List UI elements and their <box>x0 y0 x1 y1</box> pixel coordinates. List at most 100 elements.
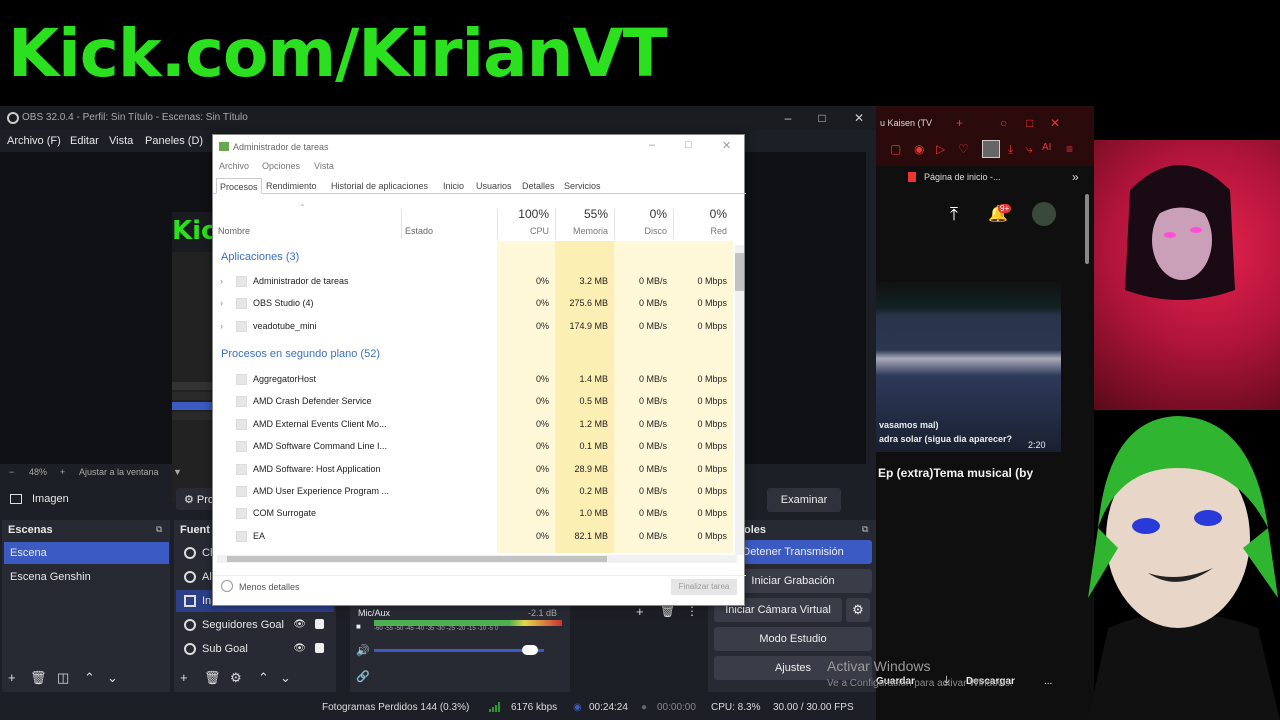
move-up-icon[interactable]: ⌃ <box>84 670 95 686</box>
tab-inicio[interactable]: Inicio <box>443 181 464 191</box>
zoom-out-icon[interactable]: − <box>9 467 14 477</box>
add-icon[interactable]: + <box>180 670 188 685</box>
end-task-button[interactable]: Finalizar tarea <box>671 579 737 595</box>
dock-float-icon[interactable]: ⧉ <box>862 524 868 535</box>
lock-icon[interactable] <box>315 619 324 629</box>
move-down-icon[interactable]: ⌄ <box>280 670 291 686</box>
menu-icon[interactable]: ≡ <box>1066 142 1073 156</box>
process-row[interactable]: AggregatorHost 0% 1.4 MB 0 MB/s 0 Mbps <box>213 369 746 391</box>
minimize-icon[interactable]: – <box>649 139 655 151</box>
close-icon[interactable]: ✕ <box>849 108 869 128</box>
new-tab-icon[interactable]: + <box>956 116 963 130</box>
visibility-eye-icon[interactable]: 👁 <box>293 619 306 630</box>
move-down-icon[interactable]: ⌄ <box>107 670 118 686</box>
trash-icon[interactable]: 🗑 <box>30 670 47 686</box>
tm-menu-vista[interactable]: Vista <box>314 161 334 171</box>
scene-item[interactable]: Escena <box>4 542 169 564</box>
vertical-scrollbar[interactable] <box>735 245 744 555</box>
process-row[interactable]: AMD Software Command Line I... 0% 0.1 MB 0 … <box>213 436 746 458</box>
browser-scrollbar[interactable] <box>1085 194 1089 264</box>
scene-item[interactable]: Escena Genshin <box>4 566 169 588</box>
extension-icon[interactable]: ▢ <box>890 142 901 156</box>
browse-button[interactable]: Examinar <box>767 488 841 512</box>
process-row[interactable]: EA 0% 82.1 MB 0 MB/s 0 Mbps <box>213 526 746 548</box>
play-icon[interactable]: ▷ <box>936 142 945 156</box>
maximize-icon[interactable]: □ <box>812 108 832 128</box>
restore-icon[interactable]: □ <box>1026 116 1033 130</box>
close-icon[interactable]: ✕ <box>1050 116 1060 130</box>
avatar[interactable] <box>982 140 1000 158</box>
process-row[interactable]: › Administrador de tareas 0% 3.2 MB 0 MB/s 0 … <box>213 271 746 293</box>
tab-icon[interactable]: ○ <box>1000 116 1007 130</box>
chevron-up-icon[interactable] <box>221 580 233 592</box>
maximize-icon[interactable]: □ <box>685 139 692 151</box>
menu-editar[interactable]: Editar <box>70 135 99 147</box>
mixer-settings-icon[interactable]: ■ <box>356 622 361 631</box>
process-row[interactable]: AMD Software: Host Application 0% 28.9 MB 0… <box>213 459 746 481</box>
process-row[interactable]: › OBS Studio (4) 0% 275.6 MB 0 MB/s 0 Mbps <box>213 293 746 315</box>
close-icon[interactable]: ✕ <box>722 139 731 152</box>
tab-rendimiento[interactable]: Rendimiento <box>266 181 317 191</box>
gear-icon[interactable]: ⚙ <box>230 670 242 686</box>
process-row[interactable]: COM Surrogate 0% 1.0 MB 0 MB/s 0 Mbps <box>213 503 746 525</box>
lock-icon[interactable] <box>315 643 324 653</box>
tab-historial[interactable]: Historial de aplicaciones <box>331 181 428 191</box>
process-row[interactable]: › veadotube_mini 0% 174.9 MB 0 MB/s 0 Mbps <box>213 316 746 338</box>
col-memoria[interactable]: Memoria <box>561 226 608 236</box>
upload-icon[interactable]: ⤒ <box>950 204 958 225</box>
heart-icon[interactable]: ♡ <box>958 142 969 156</box>
download-icon[interactable]: ⤓ <box>1008 142 1013 157</box>
menu-archivo[interactable]: Archivo (F) <box>7 135 61 147</box>
browser-tab-title[interactable]: u Kaisen (TV <box>880 118 932 128</box>
volume-slider-knob[interactable] <box>522 645 539 655</box>
studio-mode-button[interactable]: Modo Estudio <box>714 627 872 651</box>
chevron-right-icon[interactable]: » <box>1072 170 1079 184</box>
tab-detalles[interactable]: Detalles <box>522 181 555 191</box>
process-row[interactable]: AMD Crash Defender Service 0% 0.5 MB 0 MB/s… <box>213 391 746 413</box>
properties-button[interactable]: ⚙ Pro <box>176 488 216 510</box>
filter-icon[interactable]: ◫ <box>57 670 69 686</box>
tm-menu-opciones[interactable]: Opciones <box>262 161 300 171</box>
speaker-icon[interactable]: 🔊 <box>356 644 370 657</box>
tab-servicios[interactable]: Servicios <box>564 181 601 191</box>
horizontal-scrollbar-thumb[interactable] <box>227 556 607 562</box>
avatar[interactable] <box>1032 202 1056 226</box>
fit-window-label[interactable]: Ajustar a la ventana <box>79 467 159 477</box>
menu-paneles[interactable]: Paneles (D) <box>145 135 203 147</box>
visibility-eye-icon[interactable]: 👁 <box>293 643 306 654</box>
process-row[interactable]: AMD External Events Client Mo... 0% 1.2 MB… <box>213 414 746 436</box>
dropdown-icon[interactable]: ▼ <box>173 467 182 477</box>
col-cpu[interactable]: CPU <box>503 226 549 236</box>
video-title[interactable]: Ep (extra)Tema musical (by <box>878 466 1033 480</box>
add-icon[interactable]: + <box>8 670 16 685</box>
bookmark-home[interactable]: Página de inicio -... <box>924 172 1001 182</box>
col-nombre[interactable]: Nombre <box>218 226 250 236</box>
dock-float-icon[interactable]: ⧉ <box>156 524 162 535</box>
minimize-icon[interactable]: – <box>778 108 798 128</box>
menu-vista[interactable]: Vista <box>109 135 133 147</box>
source-item[interactable]: Seguidores Goal 👁 <box>176 614 334 636</box>
col-estado[interactable]: Estado <box>405 226 433 236</box>
tab-usuarios[interactable]: Usuarios <box>476 181 512 191</box>
source-item[interactable]: Sub Goal 👁 <box>176 638 334 660</box>
expand-chevron-icon[interactable]: › <box>220 298 223 308</box>
trash-icon[interactable]: 🗑 <box>204 670 221 686</box>
move-up-icon[interactable]: ⌃ <box>258 670 269 686</box>
tm-menu-archivo[interactable]: Archivo <box>219 161 249 171</box>
zoom-in-icon[interactable]: + <box>60 467 65 477</box>
process-row[interactable]: AMD User Experience Program ... 0% 0.2 MB 0… <box>213 481 746 503</box>
more-button[interactable]: ... <box>1044 676 1052 687</box>
tab-procesos[interactable]: Procesos <box>216 178 262 194</box>
volume-slider[interactable] <box>374 649 544 652</box>
virtual-camera-settings-icon[interactable]: ⚙ <box>846 598 870 622</box>
col-disco[interactable]: Disco <box>620 226 667 236</box>
expand-chevron-icon[interactable]: › <box>220 321 223 331</box>
col-red[interactable]: Red <box>679 226 727 236</box>
scrollbar-thumb[interactable] <box>735 253 744 291</box>
expand-chevron-icon[interactable]: › <box>220 276 223 286</box>
pocket-icon[interactable]: ◉ <box>914 142 924 156</box>
ai-icon[interactable]: AI <box>1042 142 1051 153</box>
mixer-link-icon[interactable]: 🔗 <box>356 670 370 683</box>
share-icon[interactable]: ⤷ <box>1026 142 1033 157</box>
fewer-details-link[interactable]: Menos detalles <box>239 582 300 592</box>
